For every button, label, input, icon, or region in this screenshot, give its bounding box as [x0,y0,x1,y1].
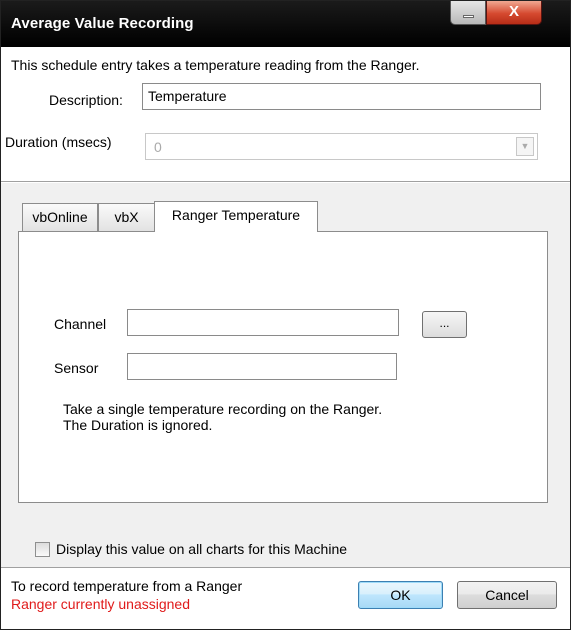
channel-label: Channel [54,316,107,332]
ranger-info-text: Take a single temperature recording on t… [63,401,382,433]
channel-input[interactable] [127,309,399,336]
tab-ranger-temperature[interactable]: Ranger Temperature [154,201,318,232]
status-warning-text: Ranger currently unassigned [11,596,190,612]
intro-text: This schedule entry takes a temperature … [11,57,420,73]
sensor-input[interactable] [127,353,397,380]
header-panel: This schedule entry takes a temperature … [1,47,570,181]
window-title: Average Value Recording [11,15,194,32]
duration-label: Duration (msecs) [5,134,112,150]
cancel-button[interactable]: Cancel [457,581,557,609]
dialog-window: Average Value Recording X This schedule … [0,0,571,630]
description-input[interactable]: Temperature [142,83,541,110]
browse-channel-button[interactable]: ... [422,311,467,338]
chevron-down-icon: ▼ [516,137,534,156]
minimize-icon [463,15,474,18]
tab-vbx-label: vbX [114,209,139,225]
tab-vbonline-label: vbOnline [32,209,88,225]
duration-value: 0 [154,139,162,155]
close-button[interactable]: X [486,1,542,25]
close-icon: X [508,3,519,20]
info-line-1: Take a single temperature recording on t… [63,401,383,417]
tab-vbonline[interactable]: vbOnline [22,203,98,231]
description-label: Description: [49,92,123,108]
ok-button-label: OK [390,587,411,603]
display-all-charts-label[interactable]: Display this value on all charts for thi… [56,541,347,557]
duration-combo: 0 ▼ [145,133,538,160]
description-value: Temperature [148,88,227,104]
info-line-2: The Duration is ignored. [63,417,213,433]
display-all-charts-checkbox[interactable] [35,542,50,557]
title-bar[interactable]: Average Value Recording X [1,1,570,47]
browse-channel-label: ... [439,316,450,330]
section-divider [1,181,570,183]
sensor-label: Sensor [54,360,99,376]
minimize-button[interactable] [450,1,486,25]
tab-ranger-temperature-label: Ranger Temperature [171,207,301,223]
cancel-button-label: Cancel [485,587,529,603]
status-text: To record temperature from a Ranger [11,578,243,594]
tab-vbx[interactable]: vbX [98,203,155,231]
ok-button[interactable]: OK [358,581,443,609]
